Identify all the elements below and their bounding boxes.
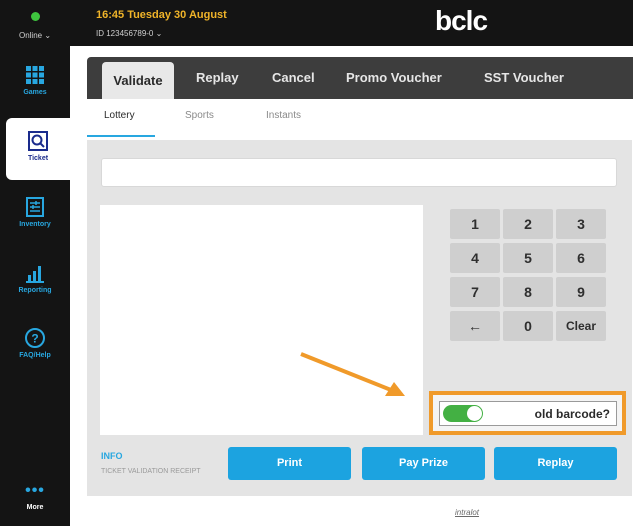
info-title: INFO bbox=[101, 451, 123, 461]
barcode-input[interactable] bbox=[101, 158, 617, 187]
key-3[interactable]: 3 bbox=[556, 209, 606, 239]
sub-tabs: Lottery Sports Instants bbox=[87, 99, 633, 137]
help-icon: ? bbox=[25, 328, 45, 348]
key-4[interactable]: 4 bbox=[450, 243, 500, 273]
sidebar-item-label: Reporting bbox=[18, 287, 52, 294]
tab-cancel[interactable]: Cancel bbox=[272, 57, 315, 99]
bar-chart-icon bbox=[26, 266, 44, 283]
clear-key[interactable]: Clear bbox=[556, 311, 606, 341]
sidebar-item-more[interactable]: ••• More bbox=[0, 482, 70, 512]
ticket-result-area bbox=[100, 205, 423, 435]
old-barcode-highlight: old barcode? bbox=[429, 391, 626, 435]
terminal-id-dropdown[interactable]: ID 123456789-0 ⌄ bbox=[96, 29, 162, 38]
backspace-key[interactable]: ← bbox=[450, 311, 500, 341]
main-tabs: Validate Replay Cancel Promo Voucher SST… bbox=[87, 57, 633, 99]
svg-text:?: ? bbox=[31, 332, 38, 346]
validate-panel: 1 2 3 4 5 6 7 8 9 ← 0 Clear old barcode?… bbox=[87, 140, 632, 496]
more-dots-icon: ••• bbox=[25, 482, 45, 499]
tab-validate[interactable]: Validate bbox=[102, 62, 174, 99]
ticket-search-icon bbox=[28, 131, 48, 151]
sidebar-item-label: Ticket bbox=[27, 155, 49, 162]
sidebar: Online ⌄ Games Ticket Inventory Reportin… bbox=[0, 0, 70, 526]
subtab-lottery[interactable]: Lottery bbox=[104, 110, 135, 121]
sidebar-item-label: Inventory bbox=[19, 221, 51, 228]
top-bar: 16:45 Tuesday 30 August ID 123456789-0 ⌄… bbox=[70, 0, 633, 46]
orange-arrow-annotation bbox=[300, 352, 405, 396]
key-8[interactable]: 8 bbox=[503, 277, 553, 307]
active-subtab-indicator bbox=[87, 135, 155, 137]
key-7[interactable]: 7 bbox=[450, 277, 500, 307]
tab-sst-voucher[interactable]: SST Voucher bbox=[484, 57, 564, 99]
status-dot-icon bbox=[30, 12, 40, 21]
sidebar-item-ticket[interactable]: Ticket bbox=[6, 118, 70, 180]
print-button[interactable]: Print bbox=[228, 447, 351, 480]
sidebar-item-label: FAQ/Help bbox=[19, 352, 51, 359]
toggle-switch[interactable] bbox=[443, 405, 483, 422]
sidebar-item-label: Games bbox=[23, 89, 47, 96]
intralot-logo: intralot bbox=[455, 508, 480, 517]
key-2[interactable]: 2 bbox=[503, 209, 553, 239]
old-barcode-label: old barcode? bbox=[534, 407, 610, 421]
sidebar-item-faq-help[interactable]: ? FAQ/Help bbox=[0, 327, 70, 359]
datetime: 16:45 Tuesday 30 August bbox=[96, 9, 227, 21]
key-9[interactable]: 9 bbox=[556, 277, 606, 307]
pay-prize-button[interactable]: Pay Prize bbox=[362, 447, 485, 480]
toggle-knob bbox=[467, 406, 482, 421]
tab-replay[interactable]: Replay bbox=[196, 57, 239, 99]
sidebar-item-games[interactable]: Games bbox=[0, 64, 70, 96]
key-1[interactable]: 1 bbox=[450, 209, 500, 239]
sidebar-item-label: More bbox=[26, 504, 44, 511]
old-barcode-toggle[interactable]: old barcode? bbox=[439, 401, 617, 426]
key-6[interactable]: 6 bbox=[556, 243, 606, 273]
subtab-instants[interactable]: Instants bbox=[266, 110, 301, 121]
connection-status[interactable]: Online ⌄ bbox=[0, 12, 70, 43]
key-0[interactable]: 0 bbox=[503, 311, 553, 341]
sidebar-item-inventory[interactable]: Inventory bbox=[0, 196, 70, 228]
replay-button[interactable]: Replay bbox=[494, 447, 617, 480]
inventory-icon bbox=[26, 197, 44, 217]
bclc-logo: bclc bbox=[435, 5, 488, 36]
grid-icon bbox=[26, 66, 44, 84]
numeric-keypad: 1 2 3 4 5 6 7 8 9 ← 0 Clear bbox=[434, 204, 614, 344]
status-text: Online ⌄ bbox=[18, 31, 52, 40]
sidebar-item-reporting[interactable]: Reporting bbox=[0, 262, 70, 294]
info-subtitle: TICKET VALIDATION RECEIPT bbox=[101, 468, 201, 475]
tab-promo-voucher[interactable]: Promo Voucher bbox=[346, 57, 442, 99]
subtab-sports[interactable]: Sports bbox=[185, 110, 214, 121]
key-5[interactable]: 5 bbox=[503, 243, 553, 273]
